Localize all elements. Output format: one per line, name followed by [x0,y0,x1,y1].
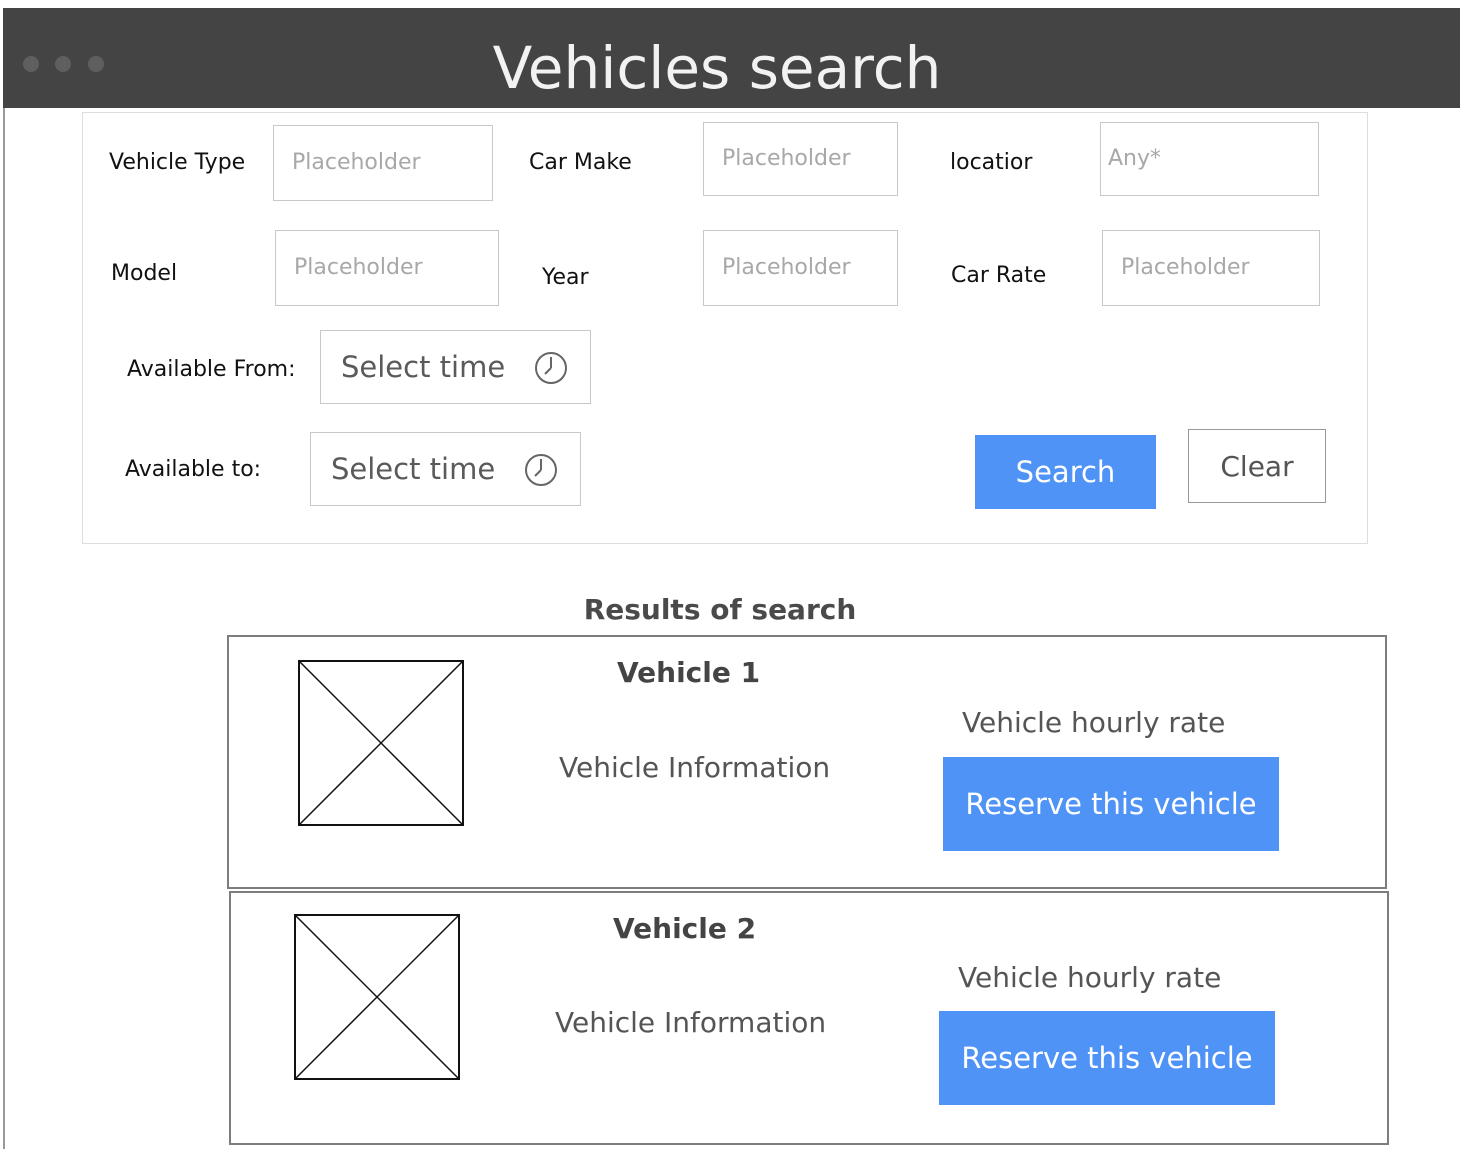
car-make-label: Car Make [529,150,632,175]
location-label: locatior [950,150,1033,175]
available-from-time-picker[interactable]: Select time [320,330,591,404]
title-bar: Vehicles search [3,8,1460,108]
search-button[interactable]: Search [975,435,1156,509]
reserve-vehicle-button[interactable]: Reserve this vehicle [943,757,1279,851]
window-title: Vehicles search [492,34,942,102]
available-from-label: Available From: [127,357,296,382]
vehicle-result-card: Vehicle 1 Vehicle Information Vehicle ho… [227,635,1387,889]
clear-button[interactable]: Clear [1188,429,1326,503]
model-label: Model [111,261,178,286]
vehicle-information: Vehicle Information [555,1006,827,1039]
model-input[interactable]: Placeholder [275,230,499,306]
image-placeholder-icon [294,914,460,1080]
year-input[interactable]: Placeholder [703,230,898,306]
clock-icon[interactable] [534,351,568,385]
vehicle-information: Vehicle Information [559,751,831,784]
vehicle-type-label: Vehicle Type [109,150,246,175]
reserve-vehicle-button[interactable]: Reserve this vehicle [939,1011,1275,1105]
vehicle-result-card: Vehicle 2 Vehicle Information Vehicle ho… [229,891,1389,1145]
car-make-input[interactable]: Placeholder [703,122,898,196]
vehicle-title: Vehicle 1 [617,656,761,689]
available-from-value: Select time [341,350,506,384]
vehicle-hourly-rate: Vehicle hourly rate [962,706,1226,739]
available-to-label: Available to: [125,457,262,482]
clock-icon[interactable] [524,453,558,487]
available-to-time-picker[interactable]: Select time [310,432,581,506]
available-to-value: Select time [331,452,496,486]
vehicle-title: Vehicle 2 [613,912,757,945]
car-rate-input[interactable]: Placeholder [1102,230,1320,306]
year-label: Year [542,265,589,290]
image-placeholder-icon [298,660,464,826]
location-input[interactable]: Any* [1100,122,1319,196]
vehicle-hourly-rate: Vehicle hourly rate [958,961,1222,994]
car-rate-label: Car Rate [951,263,1047,288]
vehicle-type-input[interactable]: Placeholder [273,125,493,201]
results-heading: Results of search [583,593,857,626]
